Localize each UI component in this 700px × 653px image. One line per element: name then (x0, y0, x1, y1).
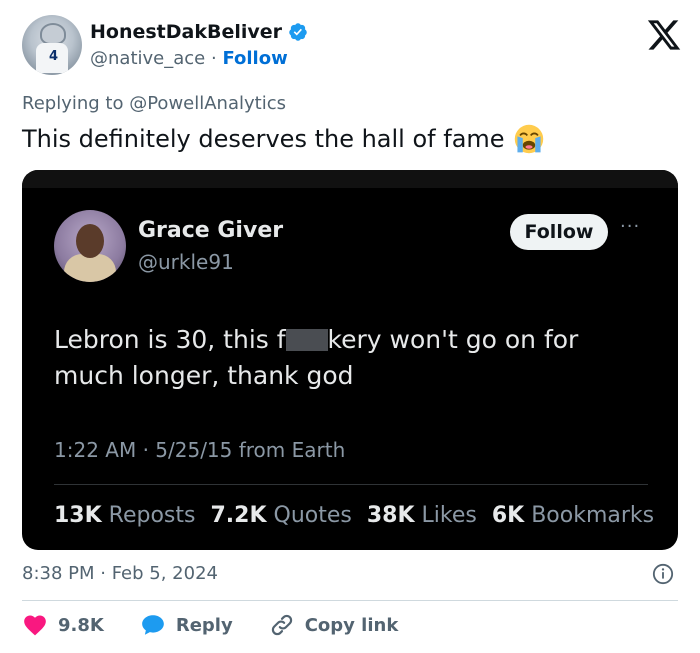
like-count: 9.8K (58, 614, 104, 636)
replying-to-label: Replying to (22, 93, 124, 114)
reply-mention-link[interactable]: @PowellAnalytics (129, 93, 286, 114)
more-options-icon: ··· (620, 216, 641, 237)
embedded-handle: @urkle91 (138, 250, 234, 274)
embedded-timestamp: 1:22 AM · 5/25/15 from Earth (54, 438, 346, 462)
bookmarks-label: Bookmarks (531, 503, 655, 528)
actions-divider (22, 600, 678, 601)
quotes-label: Quotes (273, 503, 352, 528)
embedded-tweet-text: Lebron is 30, this f kery won't go on for… (54, 325, 579, 390)
reposts-count: 13K (54, 503, 102, 528)
loudly-crying-face-icon (514, 124, 543, 154)
author-handle-line: @native_ace · Follow (90, 48, 288, 69)
follow-link[interactable]: Follow (222, 48, 287, 69)
separator-dot: · (210, 48, 217, 69)
author-display-name[interactable]: HonestDakBeliver (90, 21, 282, 43)
copy-link-label: Copy link (304, 614, 399, 636)
heart-icon (24, 615, 46, 636)
embed-top-strip (22, 170, 678, 188)
likes-label: Likes (421, 503, 477, 528)
likes-count: 38K (366, 503, 415, 528)
embedded-divider (54, 484, 648, 485)
verified-badge-icon (289, 23, 307, 41)
copy-link-button[interactable]: Copy link (269, 612, 399, 638)
tweet-actions: 9.8K Reply Copy link (22, 612, 398, 638)
embedded-display-name: Grace Giver (138, 218, 284, 243)
x-logo-icon[interactable] (646, 17, 682, 53)
embedded-follow-button: Follow (510, 214, 608, 250)
like-button[interactable]: 9.8K (22, 612, 104, 638)
tweet-header: 4 HonestDakBeliver @native_ace · Follow (22, 15, 682, 75)
censor-block (285, 329, 328, 351)
embedded-stats: 13K Reposts 7.2K Quotes 38K Likes 6K Boo… (54, 503, 654, 528)
tweet-timestamp[interactable]: 8:38 PM · Feb 5, 2024 (22, 563, 218, 584)
replying-to: Replying to @PowellAnalytics (22, 93, 286, 114)
tweet-body: This definitely deserves the hall of fam… (22, 125, 505, 153)
info-icon[interactable] (652, 563, 674, 585)
reposts-label: Reposts (108, 503, 196, 528)
quotes-count: 7.2K (210, 503, 267, 528)
embedded-author-avatar (54, 210, 126, 282)
reply-button[interactable]: Reply (140, 612, 233, 638)
speech-bubble-icon (142, 615, 164, 635)
link-icon (271, 614, 292, 636)
tweet-text: This definitely deserves the hall of fam… (22, 123, 545, 155)
reply-label: Reply (175, 614, 233, 636)
author-avatar[interactable]: 4 (22, 15, 82, 75)
author-handle[interactable]: @native_ace (90, 48, 205, 69)
author-name-line: HonestDakBeliver (90, 21, 308, 43)
embedded-tweet-screenshot: Grace Giver @urkle91 Follow ··· Lebron i… (22, 170, 678, 550)
bookmarks-count: 6K (491, 503, 525, 528)
